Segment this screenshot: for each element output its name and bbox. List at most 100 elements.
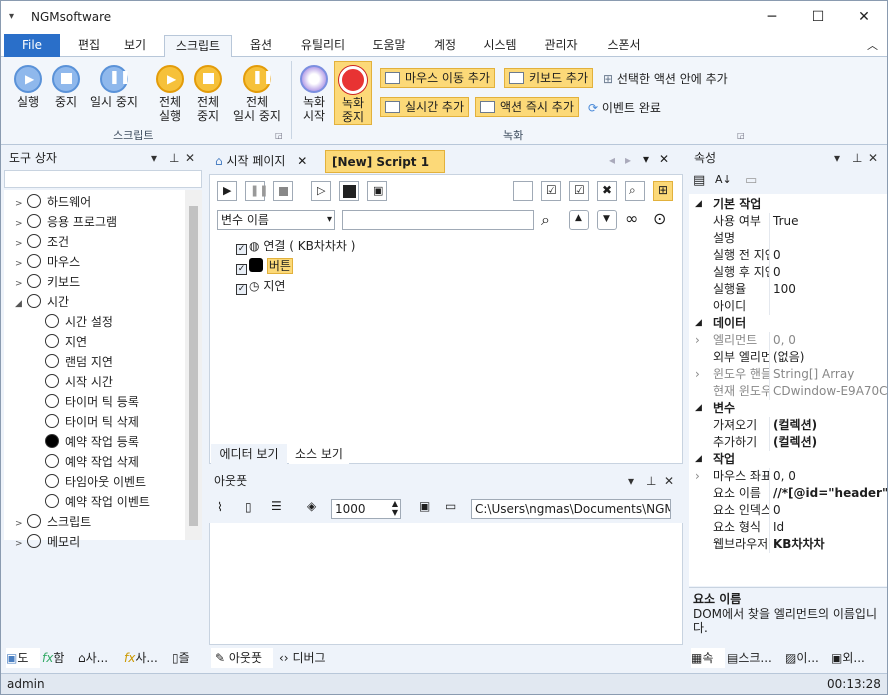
- toolbox-item[interactable]: ◢ 시간: [15, 293, 69, 311]
- move-up-icon[interactable]: ▲: [569, 210, 589, 230]
- toolbox-item[interactable]: 지연: [45, 333, 87, 351]
- collapse-ribbon-icon[interactable]: ︿: [867, 37, 878, 53]
- dropdown-icon[interactable]: ▾: [151, 147, 157, 169]
- add-keyboard-button[interactable]: 키보드 추가: [504, 68, 594, 88]
- toolbox-item[interactable]: 시작 시간: [45, 373, 113, 391]
- expand-icon[interactable]: >: [15, 515, 27, 533]
- infinite-icon[interactable]: ∞: [625, 209, 638, 228]
- toolbox-item[interactable]: > 키보드: [15, 273, 80, 291]
- step-over-icon[interactable]: ▣: [367, 181, 387, 201]
- checkbox[interactable]: ✓: [236, 244, 247, 255]
- pause-icon[interactable]: ❚❚: [245, 181, 268, 201]
- tab-options[interactable]: 옵션: [239, 35, 283, 57]
- sort-az-icon[interactable]: A↓: [715, 173, 732, 186]
- toolbox-item[interactable]: > 하드웨어: [15, 193, 91, 211]
- tab-view[interactable]: 보기: [115, 35, 155, 57]
- property-category[interactable]: ◢ 작업: [689, 451, 887, 468]
- add-mouse-move-button[interactable]: 마우스 이동 추가: [380, 68, 495, 88]
- tab-functions[interactable]: fx함: [42, 648, 76, 668]
- dialog-launcher-icon[interactable]: ◲: [737, 131, 745, 140]
- property-row[interactable]: 실행 전 지연0: [689, 247, 887, 264]
- property-row[interactable]: 외부 엘리먼트(없음): [689, 349, 887, 366]
- list-icon[interactable]: ☰: [271, 499, 282, 513]
- property-row[interactable]: › 엘리먼트 0, 0: [689, 332, 887, 349]
- tab-help[interactable]: 도움말: [364, 35, 414, 57]
- toolbox-search-input[interactable]: [4, 170, 202, 188]
- expand-icon[interactable]: >: [15, 235, 27, 253]
- toolbox-item[interactable]: > 마우스: [15, 253, 80, 271]
- tab-script-1[interactable]: [New] Script 1 ✕: [325, 150, 445, 191]
- toolbox-item[interactable]: > 조건: [15, 233, 69, 251]
- property-row[interactable]: 웹브라우저 KB차차차: [689, 536, 887, 553]
- pause-button[interactable]: ❚❚ 일시 중지: [85, 65, 143, 109]
- property-row[interactable]: 요소 이름//*[@id="header"]: [689, 485, 887, 502]
- move-down-icon[interactable]: ▼: [597, 210, 617, 230]
- scroll-right-icon[interactable]: ▸: [625, 153, 631, 167]
- tab-script[interactable]: 스크립트: [164, 35, 232, 59]
- expand-icon[interactable]: >: [15, 275, 27, 293]
- expand-icon[interactable]: ›: [695, 332, 700, 349]
- property-pages-icon[interactable]: ▭: [745, 173, 757, 188]
- variable-value-input[interactable]: [342, 210, 534, 230]
- eraser-icon[interactable]: ◈: [307, 499, 316, 513]
- tab-user[interactable]: ⌂사...: [78, 648, 122, 668]
- record-start-button[interactable]: 녹화 시작: [297, 65, 331, 123]
- search-icon[interactable]: ⌕: [625, 181, 645, 201]
- tab-account[interactable]: 계정: [425, 35, 465, 57]
- pause-all-button[interactable]: ❚❚ 전체 일시 중지: [229, 65, 285, 123]
- close-panel-icon[interactable]: ✕: [664, 470, 674, 492]
- pin-icon[interactable]: ⊥: [646, 470, 656, 492]
- toolbox-item[interactable]: 예약 작업 삭제: [45, 453, 139, 471]
- more-icon[interactable]: ⊙: [653, 209, 666, 228]
- property-row[interactable]: 추가하기 (컬렉션): [689, 434, 887, 451]
- close-panel-icon[interactable]: ✕: [185, 147, 195, 169]
- step-into-icon[interactable]: [339, 181, 359, 201]
- tab-start-page[interactable]: ⌂ 시작 페이지 ✕: [209, 150, 325, 173]
- minimize-button[interactable]: ─: [749, 1, 795, 33]
- tab-utility[interactable]: 유틸리티: [291, 35, 355, 57]
- system-menu-icon[interactable]: ▾: [9, 11, 14, 22]
- tab-editor-view[interactable]: 에디터 보기: [211, 444, 287, 464]
- property-row[interactable]: 가져오기 (컬렉션): [689, 417, 887, 434]
- expand-icon[interactable]: >: [15, 215, 27, 233]
- close-panel-icon[interactable]: ✕: [868, 147, 878, 169]
- event-complete-button[interactable]: ⟳ 이벤트 완료: [588, 99, 661, 116]
- expand-icon[interactable]: ›: [695, 468, 700, 485]
- toolbox-item[interactable]: 타이머 틱 등록: [45, 393, 139, 411]
- tab-edit[interactable]: 편집: [69, 35, 109, 57]
- stop-icon[interactable]: [273, 181, 293, 201]
- broom-icon[interactable]: ⌇: [217, 500, 223, 514]
- checkbox[interactable]: ✓: [236, 284, 247, 295]
- property-category[interactable]: ◢ 데이터: [689, 315, 887, 332]
- count-stepper[interactable]: 1000 ▲ ▼: [331, 499, 401, 519]
- tab-output[interactable]: ✎ 아웃풋: [211, 648, 273, 668]
- toolbox-item[interactable]: 시간 설정: [45, 313, 113, 331]
- step-play-icon[interactable]: ▷: [311, 181, 331, 201]
- check-all-icon[interactable]: ☑: [541, 181, 561, 201]
- categorized-icon[interactable]: ▤: [693, 173, 705, 188]
- scroll-thumb[interactable]: [189, 206, 198, 526]
- tab-system[interactable]: 시스템: [475, 35, 525, 57]
- property-row[interactable]: 현재 윈도우 CDwindow-E9A70C3: [689, 383, 887, 400]
- dropdown-icon[interactable]: ▾: [834, 147, 840, 169]
- property-row[interactable]: 설명: [689, 230, 887, 247]
- stepper-arrows-icon[interactable]: ▲ ▼: [392, 499, 398, 517]
- tab-external[interactable]: ▣외...: [831, 648, 883, 668]
- search-icon[interactable]: ⌕: [541, 210, 550, 230]
- tab-favorites[interactable]: ▯즐: [172, 648, 202, 668]
- dialog-launcher-icon[interactable]: ◲: [275, 131, 283, 140]
- stop-button[interactable]: 중지: [49, 65, 83, 109]
- pin-icon[interactable]: ⊥: [169, 147, 179, 169]
- toolbox-item[interactable]: > 스크립트: [15, 513, 91, 531]
- tab-toolbox[interactable]: ▣도: [6, 648, 40, 668]
- property-row[interactable]: › 윈도우 핸들 String[] Array: [689, 366, 887, 383]
- tab-source-view[interactable]: 소스 보기: [289, 444, 349, 464]
- tree-node-button[interactable]: ✓ 버튼: [236, 257, 293, 275]
- toolbox-item[interactable]: 예약 작업 등록: [45, 433, 139, 451]
- maximize-button[interactable]: ☐: [795, 1, 841, 33]
- toolbox-item[interactable]: 랜덤 지연: [45, 353, 113, 371]
- play-icon[interactable]: ▶: [217, 181, 237, 201]
- tree-node-delay[interactable]: ✓ ◷ 지연: [236, 277, 285, 295]
- tab-images[interactable]: ▨이...: [785, 648, 829, 668]
- scroll-left-icon[interactable]: ◂: [609, 153, 615, 167]
